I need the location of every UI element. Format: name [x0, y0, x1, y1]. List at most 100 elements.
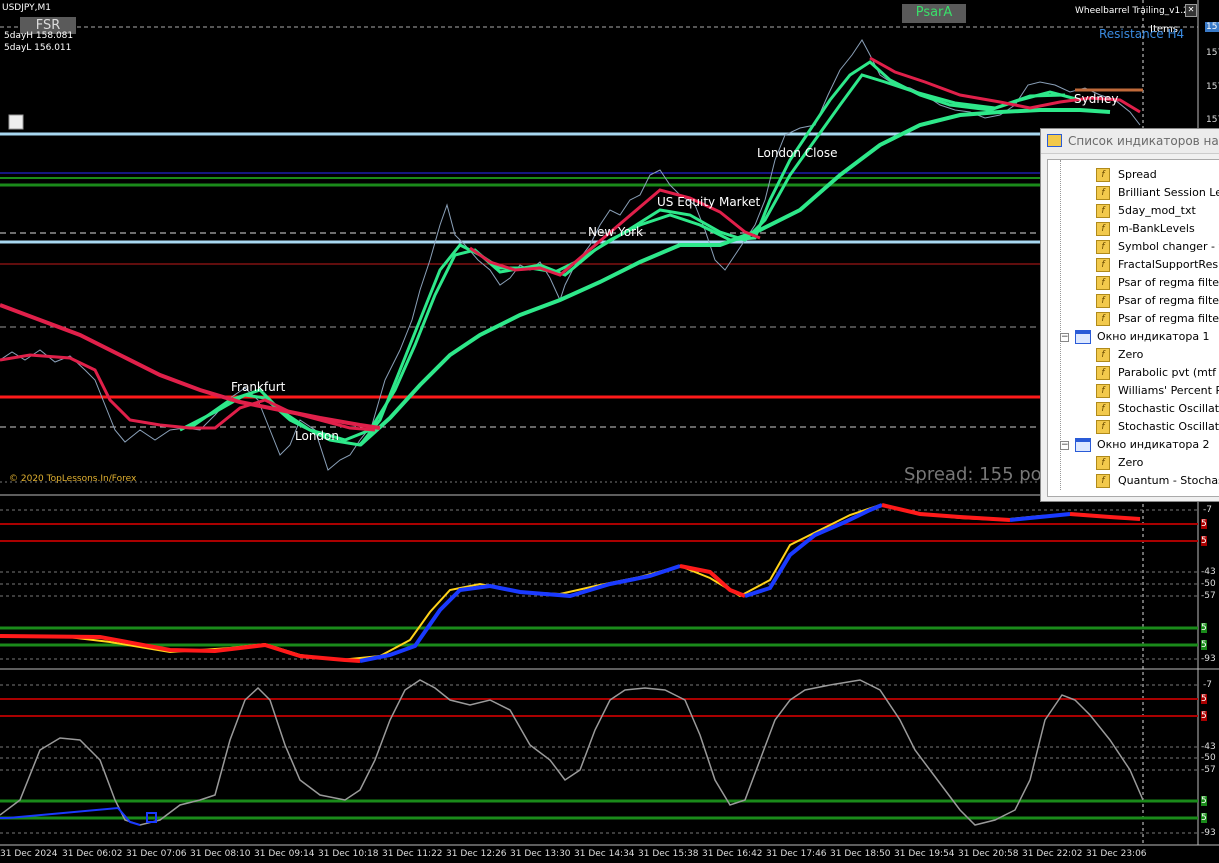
function-icon: f	[1096, 474, 1110, 488]
sub1-level: -50	[1201, 579, 1216, 589]
sub1-level: -93	[1201, 654, 1216, 664]
sub2-level: -43	[1201, 742, 1216, 752]
sub2-level-box: 5	[1201, 711, 1207, 721]
time-tick: 31 Dec 23:06	[1086, 849, 1147, 859]
window-icon	[1075, 438, 1091, 452]
time-tick: 31 Dec 13:30	[510, 849, 571, 859]
time-tick: 31 Dec 20:58	[958, 849, 1019, 859]
function-icon: f	[1096, 168, 1110, 182]
close-icon[interactable]: ✕	[1185, 4, 1197, 17]
sub2-stochastic-line	[0, 679, 1144, 826]
tree-item-psar-regma-2[interactable]: fPsar of regma filtered	[1096, 292, 1219, 310]
sub1-main-line-blue-3	[1009, 512, 1071, 522]
function-icon: f	[1096, 240, 1110, 254]
session-london: London	[295, 429, 339, 443]
time-tick: 31 Dec 14:34	[574, 849, 635, 859]
tree-item-zero-1[interactable]: f Zero	[1096, 346, 1143, 364]
tree-item-brilliant-session-levels[interactable]: fBrilliant Session Levels	[1096, 184, 1219, 202]
slow-ma-green	[358, 108, 1111, 447]
spread-label: Spread: 155 poi	[904, 464, 1047, 485]
session-sydney: Sydney	[1074, 92, 1119, 106]
session-us-equity: US Equity Market	[657, 195, 761, 209]
time-tick: 31 Dec 2024	[0, 849, 58, 859]
fast-ma-red-1	[0, 353, 376, 432]
ea-title: Wheelbarrel Trailing_v1.2	[1075, 6, 1189, 16]
sub1-main-line-blue	[359, 564, 681, 663]
sub2-level-box: 5	[1201, 813, 1207, 823]
chart-symbol-label: USDJPY,M1	[2, 3, 51, 13]
dialog-title-bar[interactable]: Список индикаторов на USDJ	[1041, 129, 1219, 172]
price-tick: 157	[1206, 115, 1219, 125]
time-tick: 31 Dec 09:14	[254, 849, 315, 859]
tree-item-stochastic-1[interactable]: fStochastic Oscillator	[1096, 400, 1219, 418]
time-tick: 31 Dec 15:38	[638, 849, 699, 859]
sub1-main-line-red	[0, 634, 361, 663]
tree-node-window1[interactable]: Окно индикатора 1	[1075, 328, 1210, 346]
time-tick: 31 Dec 12:26	[446, 849, 507, 859]
time-tick: 31 Dec 19:54	[894, 849, 955, 859]
indicator-list-icon	[1047, 134, 1062, 147]
collapse-window2-icon[interactable]: −	[1060, 441, 1069, 450]
time-tick: 31 Dec 11:22	[382, 849, 443, 859]
tree-item-fractal-support[interactable]: fFractalSupportResista	[1096, 256, 1219, 274]
sub2-level: -50	[1201, 753, 1216, 763]
tree-item-m-banklevels[interactable]: f m-BankLevels	[1096, 220, 1195, 238]
function-icon: f	[1096, 276, 1110, 290]
resistance-h4-label: Resistance H4	[1099, 27, 1185, 41]
tree-item-parabolic-pvt[interactable]: fParabolic pvt (mtf + a	[1096, 364, 1219, 382]
slow-ma-red	[0, 303, 381, 430]
indicator-tree[interactable]: fSpread fBrilliant Session Levels f5day_…	[1047, 159, 1219, 497]
sub1-level: -7	[1203, 505, 1212, 515]
function-icon: f	[1096, 420, 1110, 434]
sub1-main-line-red-3	[881, 503, 1011, 522]
time-tick: 31 Dec 17:46	[766, 849, 827, 859]
tree-item-stochastic-2[interactable]: fStochastic Oscillator	[1096, 418, 1219, 436]
price-tick: 157	[1206, 48, 1219, 58]
function-icon: f	[1096, 456, 1110, 470]
sub2-level-box: 5	[1201, 796, 1207, 806]
collapse-window1-icon[interactable]: −	[1060, 333, 1069, 342]
sub1-level-box: 5	[1201, 536, 1207, 546]
function-icon: f	[1096, 258, 1110, 272]
tree-item-5day-mod-txt[interactable]: f 5day_mod_txt	[1096, 202, 1196, 220]
psara-button[interactable]: PsarA	[902, 4, 966, 23]
function-icon: f	[1096, 204, 1110, 218]
function-icon: f	[1096, 348, 1110, 362]
sub1-level-box: 5	[1201, 519, 1207, 529]
time-tick: 31 Dec 08:10	[190, 849, 251, 859]
time-tick: 31 Dec 18:50	[830, 849, 891, 859]
price-tick: 157	[1206, 82, 1219, 92]
indicator-list-dialog[interactable]: Список индикаторов на USDJ fSpread fBril…	[1040, 128, 1219, 502]
five-day-high: 5dayH 158.081	[4, 31, 74, 41]
tree-item-symbol-changer[interactable]: fSymbol changer - vsp	[1096, 238, 1219, 256]
object-marker-box[interactable]	[8, 114, 24, 130]
time-tick: 31 Dec 07:06	[126, 849, 187, 859]
sub2-level: -93	[1201, 828, 1216, 838]
function-icon: f	[1096, 366, 1110, 380]
function-icon: f	[1096, 294, 1110, 308]
session-frankfurt: Frankfurt	[231, 380, 286, 394]
tree-item-psar-regma-1[interactable]: fPsar of regma filtered	[1096, 274, 1219, 292]
sub1-main-line-red-4	[1069, 512, 1141, 521]
session-london-close: London Close	[757, 146, 838, 160]
five-day-low: 5dayL 156.011	[4, 43, 72, 53]
window-icon	[1075, 330, 1091, 344]
function-icon: f	[1096, 384, 1110, 398]
main-price-chart[interactable]	[0, 0, 1219, 863]
sub1-level-box: 5	[1201, 640, 1207, 650]
tree-item-spread[interactable]: f Spread	[1096, 166, 1157, 184]
fast-ma-green-2	[189, 73, 1066, 442]
time-tick: 31 Dec 16:42	[702, 849, 763, 859]
price-tick: 157	[1205, 22, 1219, 32]
time-tick: 31 Dec 06:02	[62, 849, 123, 859]
sub2-level: -7	[1203, 680, 1212, 690]
tree-item-quantum-stochastic[interactable]: fQuantum - Stochastic	[1096, 472, 1219, 490]
tree-node-window2[interactable]: Окно индикатора 2	[1075, 436, 1210, 454]
sub1-level: -57	[1201, 591, 1216, 601]
sub2-level: -57	[1201, 765, 1216, 775]
tree-item-williams-percent[interactable]: fWilliams' Percent Rang	[1096, 382, 1219, 400]
time-tick: 31 Dec 10:18	[318, 849, 379, 859]
tree-item-psar-regma-3[interactable]: fPsar of regma filtered	[1096, 310, 1219, 328]
tree-item-zero-2[interactable]: f Zero	[1096, 454, 1143, 472]
time-tick: 31 Dec 22:02	[1022, 849, 1083, 859]
